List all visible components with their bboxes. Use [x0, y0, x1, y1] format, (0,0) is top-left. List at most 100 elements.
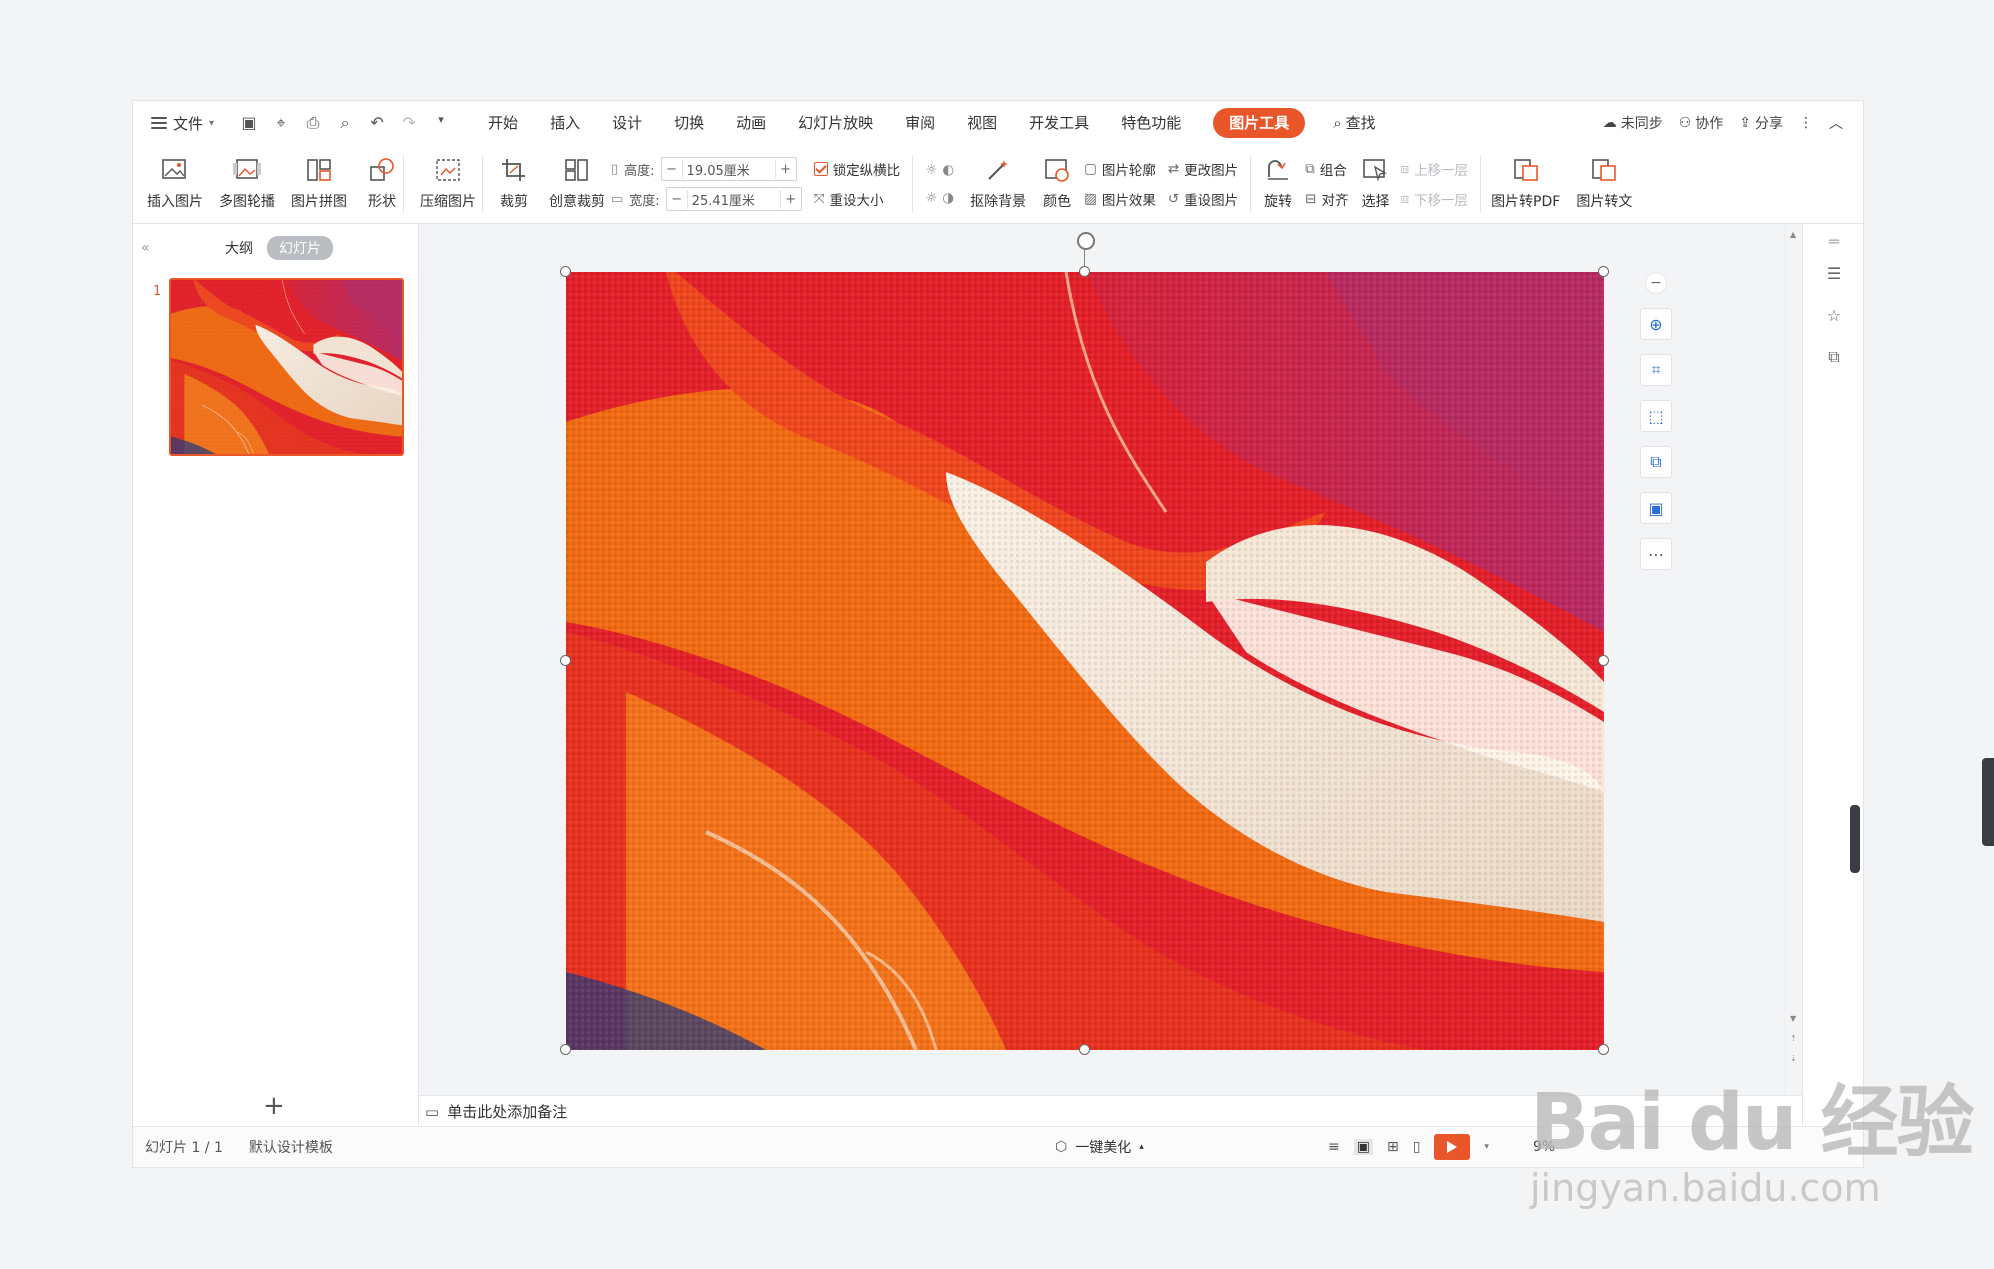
resize-handle-right[interactable]	[1598, 655, 1609, 666]
brightness-up-icon[interactable]: ☼	[925, 162, 937, 178]
slide-thumbnail[interactable]	[169, 278, 404, 456]
save-icon[interactable]: ▣	[240, 113, 258, 133]
tab-insert[interactable]: 插入	[534, 108, 596, 138]
notes-toggle-icon[interactable]: ≡	[1328, 1139, 1340, 1155]
contrast-down-icon[interactable]: ◑	[942, 190, 954, 206]
color-button[interactable]: 颜色	[1042, 145, 1072, 223]
creative-crop-button[interactable]: 创意裁剪	[549, 145, 605, 223]
resize-handle-left[interactable]	[560, 655, 571, 666]
height-spinner[interactable]: − 19.05厘米 +	[660, 157, 797, 181]
reading-view-icon[interactable]: ▯	[1413, 1139, 1421, 1155]
caret-up-icon: ▴	[1139, 1142, 1144, 1152]
prev-slide-icon[interactable]: ⇡	[1790, 1034, 1797, 1043]
tab-slideshow[interactable]: 幻灯片放映	[782, 108, 889, 138]
play-slideshow-button[interactable]	[1434, 1134, 1471, 1160]
template-name[interactable]: 默认设计模板	[249, 1137, 333, 1157]
edge-floating-tab-small[interactable]	[1850, 805, 1860, 873]
tab-animations[interactable]: 动画	[720, 108, 782, 138]
multi-carousel-button[interactable]: 多图轮播	[219, 145, 275, 223]
align-button[interactable]: ⊟ 对齐	[1305, 189, 1348, 209]
change-picture-button[interactable]: ⇄ 更改图片	[1168, 159, 1238, 179]
height-increase-button[interactable]: +	[776, 162, 796, 177]
resize-handle-top-right[interactable]	[1598, 266, 1609, 277]
undo-icon[interactable]: ↶	[368, 113, 386, 133]
print-icon[interactable]: ⎙	[304, 113, 322, 133]
float-crop-button[interactable]: ⌗	[1640, 354, 1672, 386]
scroll-down-icon[interactable]: ▼	[1790, 1014, 1796, 1023]
picture-outline-button[interactable]: ▢ 图片轮廓	[1084, 159, 1156, 179]
brightness-down-icon[interactable]: ☼	[925, 190, 937, 206]
tab-design[interactable]: 设计	[596, 108, 658, 138]
resize-handle-bottom[interactable]	[1079, 1044, 1090, 1055]
bring-forward-button[interactable]: ⧈ 上移一层	[1400, 159, 1468, 179]
contrast-up-icon[interactable]: ◐	[942, 162, 954, 178]
more-vertical-icon[interactable]: ⋮	[1799, 115, 1813, 131]
add-slide-button[interactable]: +	[263, 1091, 285, 1121]
tab-transitions[interactable]: 切换	[658, 108, 720, 138]
redo-icon[interactable]: ↷	[400, 113, 418, 133]
scroll-up-icon[interactable]: ▲	[1790, 230, 1796, 239]
lock-aspect-ratio-checkbox[interactable]: 锁定纵横比	[813, 159, 900, 179]
height-decrease-button[interactable]: −	[662, 162, 682, 177]
select-button[interactable]: 选择	[1360, 145, 1390, 223]
tab-developer[interactable]: 开发工具	[1013, 108, 1105, 138]
resize-handle-bottom-right[interactable]	[1598, 1044, 1609, 1055]
adjust-settings-icon[interactable]: ☰	[1823, 262, 1845, 284]
width-spinner[interactable]: − 25.41厘米 +	[665, 187, 802, 211]
tab-special-features[interactable]: 特色功能	[1105, 108, 1197, 138]
remove-background-button[interactable]: 抠除背景	[970, 145, 1026, 223]
picture-to-text-button[interactable]: 图片转文	[1576, 145, 1632, 223]
slide-sorter-icon[interactable]: ⊞	[1387, 1139, 1399, 1155]
resize-handle-top[interactable]	[1079, 266, 1090, 277]
collab-button[interactable]: ⚇ 协作	[1679, 113, 1724, 133]
float-picture-effects-button[interactable]: ▣	[1640, 492, 1672, 524]
float-change-picture-button[interactable]: ⧉	[1640, 446, 1672, 478]
picture-effects-button[interactable]: ▨ 图片效果	[1084, 189, 1156, 209]
reset-size-button[interactable]: ⤧ 重设大小	[814, 189, 901, 209]
width-increase-button[interactable]: +	[781, 192, 801, 207]
vertical-scrollbar[interactable]: ▲ ▼ ⇡ ⇣	[1784, 224, 1803, 1096]
tab-outline[interactable]: 大纲	[225, 238, 253, 258]
width-decrease-button[interactable]: −	[667, 192, 687, 207]
share-button[interactable]: ⇪ 分享	[1739, 113, 1783, 133]
tab-home[interactable]: 开始	[472, 108, 534, 138]
insert-picture-button[interactable]: 插入图片	[147, 145, 203, 223]
tab-slides[interactable]: 幻灯片	[267, 236, 333, 260]
collapse-panel-icon[interactable]: «	[141, 240, 150, 256]
float-more-button[interactable]: ⋯	[1640, 538, 1672, 570]
picture-to-pdf-button[interactable]: 图片转PDF	[1491, 145, 1560, 223]
group-button[interactable]: ⧉ 组合	[1305, 159, 1348, 179]
shape-button[interactable]: 形状	[367, 145, 397, 223]
rotate-button[interactable]: 旋转	[1263, 145, 1293, 223]
print-preview-icon[interactable]: ⌕	[336, 113, 354, 133]
star-animation-icon[interactable]: ☆	[1823, 304, 1845, 326]
file-menu[interactable]: 文件 ▾	[151, 113, 214, 134]
crop-button[interactable]: 裁剪	[499, 145, 529, 223]
float-select-area-button[interactable]: ⬚	[1640, 400, 1672, 432]
edge-floating-tab[interactable]	[1982, 758, 1994, 846]
search-tab[interactable]: ⌕ 查找	[1317, 108, 1391, 138]
send-backward-button[interactable]: ⧈ 下移一层	[1400, 189, 1468, 209]
resize-handle-bottom-left[interactable]	[560, 1044, 571, 1055]
tab-picture-tools[interactable]: 图片工具	[1213, 108, 1306, 138]
width-input[interactable]: 25.41厘米	[686, 189, 781, 209]
play-options-chevron-icon[interactable]: ▾	[1484, 1142, 1489, 1152]
zoom-out-button[interactable]: −	[1645, 272, 1667, 294]
tab-view[interactable]: 视图	[951, 108, 1013, 138]
one-click-beautify-button[interactable]: ⬡ 一键美化 ▴	[1055, 1137, 1144, 1157]
copy-format-icon[interactable]: ⧉	[1823, 346, 1845, 368]
customize-chevron-icon[interactable]: ▾	[432, 113, 450, 133]
sync-status[interactable]: ☁ 未同步	[1603, 113, 1663, 133]
format-painter-icon[interactable]: ⌖	[272, 113, 290, 133]
reset-picture-button[interactable]: ↺ 重设图片	[1168, 189, 1238, 209]
collage-button[interactable]: 图片拼图	[291, 145, 347, 223]
compress-picture-button[interactable]: 压缩图片	[420, 145, 476, 223]
rotate-handle[interactable]	[1077, 232, 1095, 250]
selected-picture[interactable]	[560, 232, 1609, 1055]
resize-handle-top-left[interactable]	[560, 266, 571, 277]
collapse-ribbon-icon[interactable]: ︿	[1829, 113, 1843, 133]
tab-review[interactable]: 审阅	[889, 108, 951, 138]
normal-view-icon[interactable]: ▣	[1353, 1139, 1373, 1155]
height-input[interactable]: 19.05厘米	[681, 159, 776, 179]
zoom-in-button[interactable]: ⊕	[1640, 308, 1672, 340]
